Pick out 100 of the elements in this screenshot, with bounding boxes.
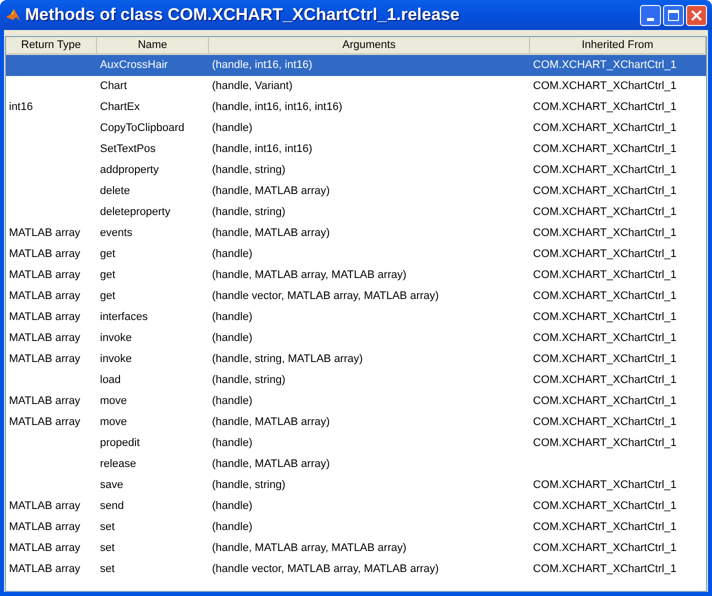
table-cell: MATLAB array [9,500,80,512]
table-cell: move [100,416,127,428]
table-row[interactable]: release (handle, MATLAB array) [6,454,706,475]
table-cell: (handle, int16, int16, int16) [212,101,342,114]
table-cell: (handle, MATLAB array, MATLAB array) [212,542,406,554]
table-row[interactable]: MATLAB array send (handle) COM.XCHART_XChartCtrl_1 [6,496,706,517]
table-cell: (handle, string) [212,479,286,492]
table-cell: deleteproperty [100,206,170,218]
table-row[interactable]: MATLAB array set (handle vector, MATLAB array, MATLAB array) COM.XCHART_XChartCtrl_1 [6,559,706,580]
table-row[interactable]: MATLAB array get (handle) COM.XCHART_XChartCtrl_1 [6,244,706,265]
table-cell: COM.XCHART_XChartCtrl_1 [533,101,676,114]
table-cell: MATLAB array [9,227,80,240]
table-cell: events [100,227,132,240]
table-cell: set [100,563,115,576]
table-cell: (handle) [212,122,252,134]
inherited-from-header[interactable]: Inherited From [530,37,706,55]
table-cell: MATLAB array [9,542,80,554]
table-row[interactable]: MATLAB array move (handle) COM.XCHART_XChartCtrl_1 [6,391,706,412]
table-cell: AuxCrossHair [100,59,168,72]
table-cell: (handle, MATLAB array) [212,185,330,198]
table-cell: (handle, MATLAB array, MATLAB array) [212,269,406,282]
table-cell: COM.XCHART_XChartCtrl_1 [533,332,676,344]
table-cell: CopyToClipboard [100,122,184,134]
table-row[interactable]: MATLAB array set (handle) COM.XCHART_XChartCtrl_1 [6,517,706,538]
table-cell: MATLAB array [9,395,80,408]
table-row[interactable]: MATLAB array move (handle, MATLAB array) COM.XCHART_XChartCtrl_1 [6,412,706,433]
return-type-header[interactable]: Return Type [6,37,97,55]
table-cell: MATLAB array [9,290,80,302]
table-cell: (handle) [212,311,252,324]
table-cell: COM.XCHART_XChartCtrl_1 [533,269,676,282]
table-cell: (handle, string, MATLAB array) [212,353,363,366]
table-row[interactable]: addproperty (handle, string) COM.XCHART_XChartCtrl_1 [6,160,706,181]
table-row[interactable]: MATLAB array set (handle, MATLAB array, MATLAB array) COM.XCHART_XChartCtrl_1 [6,538,706,559]
table-cell: Chart [100,80,127,92]
table-row[interactable]: SetTextPos (handle, int16, int16) COM.XCHART_XChartCtrl_1 [6,139,706,160]
table-cell: (handle, int16, int16) [212,143,312,156]
table-row[interactable]: MATLAB array get (handle, MATLAB array, MATLAB array) COM.XCHART_XChartCtrl_1 [6,265,706,286]
table-cell: MATLAB array [9,269,80,282]
table-cell: int16 [9,101,33,114]
table-cell: get [100,248,116,260]
table-cell: get [100,269,116,282]
table-cell: MATLAB array [9,563,80,576]
table-cell: invoke [100,353,132,366]
table-cell: COM.XCHART_XChartCtrl_1 [533,227,676,240]
table-row[interactable]: deleteproperty (handle, string) COM.XCHART_XChartCtrl_1 [6,202,706,223]
table-cell: get [100,290,116,302]
arguments-header[interactable]: Arguments [209,37,530,55]
table-cell: COM.XCHART_XChartCtrl_1 [533,80,676,92]
table-row[interactable]: MATLAB array invoke (handle) COM.XCHART_XChartCtrl_1 [6,328,706,349]
table-row[interactable]: MATLAB array events (handle, MATLAB array) COM.XCHART_XChartCtrl_1 [6,223,706,244]
name-header[interactable]: Name [97,37,209,55]
table-row[interactable]: AuxCrossHair (handle, int16, int16) COM.XCHART_XChartCtrl_1 [6,55,706,76]
table-row[interactable]: MATLAB array invoke (handle, string, MATLAB array) COM.XCHART_XChartCtrl_1 [6,349,706,370]
table-cell: interfaces [100,311,148,324]
table-row[interactable]: propedit (handle) COM.XCHART_XChartCtrl_1 [6,433,706,454]
table-cell: COM.XCHART_XChartCtrl_1 [533,521,676,534]
table-cell: (handle vector, MATLAB array, MATLAB array) [212,563,439,576]
table-cell: (handle vector, MATLAB array, MATLAB array) [212,290,439,302]
table-cell: (handle, MATLAB array) [212,227,330,240]
table-cell: COM.XCHART_XChartCtrl_1 [533,290,676,302]
table-cell: COM.XCHART_XChartCtrl_1 [533,206,676,218]
table-row[interactable]: save (handle, string) COM.XCHART_XChartCtrl_1 [6,475,706,496]
table-row[interactable]: int16 ChartEx (handle, int16, int16, int16) COM.XCHART_XChartCtrl_1 [6,97,706,118]
table-cell: (handle, string) [212,206,286,218]
table-cell: COM.XCHART_XChartCtrl_1 [533,437,676,450]
table-cell: (handle) [212,500,252,512]
table-cell: delete [100,185,130,198]
table-row[interactable]: CopyToClipboard (handle) COM.XCHART_XChartCtrl_1 [6,118,706,139]
table-cell: save [100,479,124,492]
table-cell: COM.XCHART_XChartCtrl_1 [533,122,676,134]
table-cell: COM.XCHART_XChartCtrl_1 [533,143,676,156]
table-cell: release [100,458,136,470]
table-cell: addproperty [100,164,159,176]
table-cell: COM.XCHART_XChartCtrl_1 [533,416,676,428]
table-cell: COM.XCHART_XChartCtrl_1 [533,353,676,366]
table-cell: MATLAB array [9,332,80,344]
table-row[interactable]: MATLAB array interfaces (handle) COM.XCHART_XChartCtrl_1 [6,307,706,328]
table-cell: (handle) [212,521,252,534]
table-cell: SetTextPos [100,143,156,156]
table-cell: (handle) [212,248,252,260]
table-cell: invoke [100,332,132,344]
table-cell: (handle) [212,395,252,408]
table-cell: COM.XCHART_XChartCtrl_1 [533,374,676,386]
table-cell: set [100,542,115,554]
table-cell: COM.XCHART_XChartCtrl_1 [533,185,676,198]
table-cell: (handle) [212,332,252,344]
table-cell: (handle, MATLAB array) [212,458,330,470]
table-row[interactable]: delete (handle, MATLAB array) COM.XCHART_XChartCtrl_1 [6,181,706,202]
table-cell: COM.XCHART_XChartCtrl_1 [533,395,676,408]
table-cell: MATLAB array [9,353,80,366]
table-cell: COM.XCHART_XChartCtrl_1 [533,248,676,260]
table-cell: MATLAB array [9,521,80,534]
table-cell: send [100,500,124,512]
table-row[interactable]: Chart (handle, Variant) COM.XCHART_XChartCtrl_1 [6,76,706,97]
table-row[interactable]: MATLAB array get (handle vector, MATLAB array, MATLAB array) COM.XCHART_XChartCtrl_1 [6,286,706,307]
table-cell: COM.XCHART_XChartCtrl_1 [533,542,676,554]
table-cell: move [100,395,127,408]
table-cell: COM.XCHART_XChartCtrl_1 [533,311,676,324]
table-row[interactable]: load (handle, string) COM.XCHART_XChartCtrl_1 [6,370,706,391]
window-title: Methods of class COM.XCHART_XChartCtrl_1.release [25,4,461,26]
